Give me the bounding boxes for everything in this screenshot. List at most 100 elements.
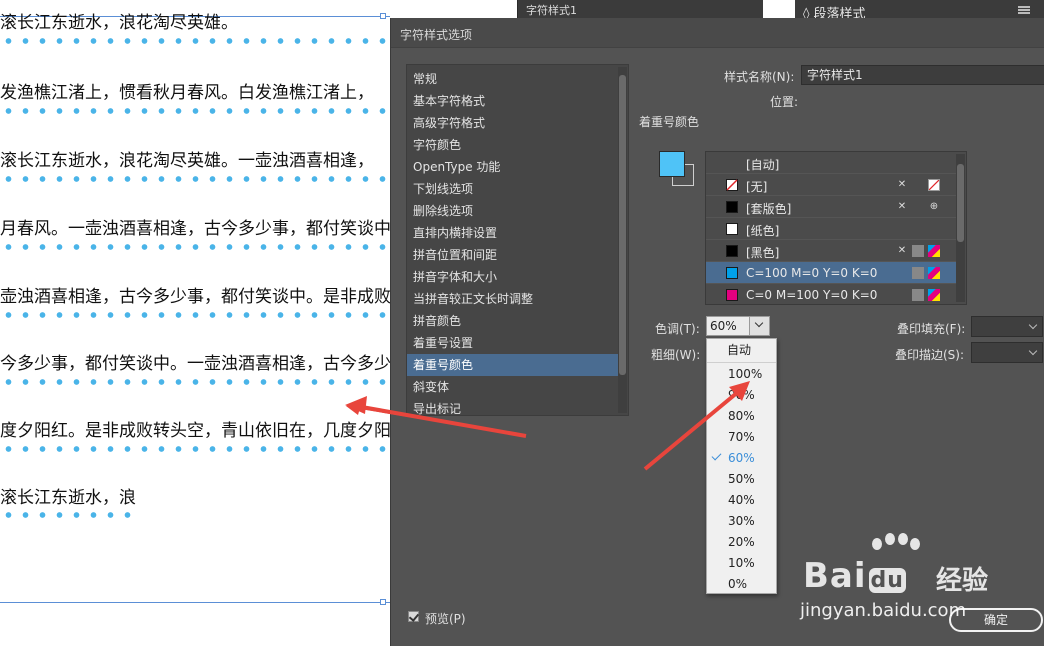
- tint-option[interactable]: 80%: [707, 406, 776, 427]
- watermark-brand: Bai du: [803, 556, 906, 596]
- none-mode-icon: [928, 179, 940, 191]
- tint-dropdown-menu[interactable]: 自动 100% 90% 80% 70% 60% 50% 40% 30% 20% …: [706, 338, 777, 594]
- category-item[interactable]: 斜变体: [407, 376, 619, 398]
- tint-option[interactable]: 70%: [707, 427, 776, 448]
- chevron-down-icon: [1028, 320, 1038, 330]
- paper-swatch-chip: [726, 223, 738, 235]
- category-item[interactable]: 导出标记: [407, 398, 619, 420]
- tint-option-label: 60%: [728, 451, 755, 465]
- text-line[interactable]: 滚长江东逝水，浪花淘尽英雄。: [0, 13, 238, 33]
- dialog-title-bar[interactable]: [391, 18, 1044, 48]
- preview-label: 预览(P): [425, 612, 466, 626]
- no-edit-icon: ✕: [897, 245, 907, 256]
- tint-option[interactable]: 90%: [707, 385, 776, 406]
- tint-option[interactable]: 0%: [707, 574, 776, 595]
- swatch-row[interactable]: [黑色] ✕: [706, 240, 956, 262]
- swatch-row[interactable]: [无] ✕: [706, 174, 956, 196]
- menu-separator: [707, 362, 776, 363]
- panel-menu-icon[interactable]: [1018, 6, 1030, 14]
- text-line[interactable]: 壶浊酒喜相逢，古今多少事，都付笑谈中。是非成败转: [0, 287, 390, 307]
- no-edit-icon: ✕: [897, 201, 907, 212]
- scrollbar-thumb[interactable]: [619, 75, 626, 375]
- emphasis-marks: [0, 445, 390, 453]
- scrollbar-thumb[interactable]: [957, 164, 964, 242]
- registration-swatch-chip: [726, 201, 738, 213]
- swatch-name: [无]: [746, 180, 768, 194]
- text-line[interactable]: 滚长江东逝水，浪花淘尽英雄。一壶浊酒喜相逢，: [0, 151, 374, 171]
- character-styles-panel-tab[interactable]: 字符样式1: [517, 0, 763, 18]
- category-scrollbar[interactable]: [618, 67, 627, 413]
- process-icon: [912, 289, 924, 301]
- text-line[interactable]: 发渔樵江渚上，惯看秋月春风。白发渔樵江渚上，: [0, 83, 374, 103]
- swatch-list[interactable]: [自动] [无] ✕ [套版色] ✕ ⊕ [纸色] [黑色] ✕ C=100 M…: [705, 151, 967, 305]
- paw-toe: [898, 533, 908, 545]
- swatch-row[interactable]: [纸色]: [706, 218, 956, 240]
- emphasis-marks: [0, 511, 136, 519]
- watermark-url: jingyan.baidu.com: [800, 600, 967, 621]
- text-line[interactable]: 度夕阳红。是非成败转头空，青山依旧在，几度夕阳: [0, 421, 390, 441]
- swatch-name: [自动]: [746, 158, 780, 172]
- section-title: 着重号颜色: [639, 115, 700, 129]
- tint-dropdown-button[interactable]: [749, 317, 769, 335]
- text-line[interactable]: 月春风。一壶浊酒喜相逢，古今多少事，都付笑谈中: [0, 219, 390, 239]
- tint-option[interactable]: 30%: [707, 511, 776, 532]
- category-item[interactable]: 拼音颜色: [407, 310, 619, 332]
- category-item[interactable]: 常规: [407, 68, 619, 90]
- tint-option[interactable]: 50%: [707, 469, 776, 490]
- swatch-scrollbar[interactable]: [956, 154, 965, 302]
- text-line[interactable]: 滚长江东逝水，浪: [0, 488, 136, 508]
- category-item[interactable]: 直排内横排设置: [407, 222, 619, 244]
- category-item[interactable]: OpenType 功能: [407, 156, 619, 178]
- tint-option[interactable]: 40%: [707, 490, 776, 511]
- document-canvas[interactable]: 滚长江东逝水，浪花淘尽英雄。 发渔樵江渚上，惯看秋月春风。白发渔樵江渚上， 滚长…: [0, 0, 390, 646]
- process-icon: [912, 245, 924, 257]
- cyan-swatch-chip: [726, 267, 738, 279]
- swatch-row[interactable]: [套版色] ✕ ⊕: [706, 196, 956, 218]
- text-line[interactable]: 今多少事，都付笑谈中。一壶浊酒喜相逢，古今多少: [0, 354, 390, 374]
- swatch-row-selected[interactable]: C=100 M=0 Y=0 K=0: [706, 262, 956, 284]
- cmyk-icon: [928, 245, 940, 257]
- checkmark-icon: [711, 450, 722, 461]
- tint-option[interactable]: 20%: [707, 532, 776, 553]
- category-item[interactable]: 高级字符格式: [407, 112, 619, 134]
- black-swatch-chip: [726, 245, 738, 257]
- overprint-fill-select[interactable]: [971, 316, 1043, 337]
- frame-handle-bottom[interactable]: [380, 599, 386, 605]
- style-name-label: 样式名称(N):: [724, 70, 795, 84]
- preview-checkbox[interactable]: [408, 611, 419, 622]
- overprint-fill-label: 叠印填充(F):: [897, 322, 966, 336]
- swatch-row[interactable]: C=0 M=100 Y=0 K=0: [706, 284, 956, 304]
- category-list[interactable]: 常规 基本字符格式 高级字符格式 字符颜色 OpenType 功能 下划线选项 …: [406, 64, 629, 416]
- category-item[interactable]: 拼音位置和间距: [407, 244, 619, 266]
- style-name-input[interactable]: 字符样式1: [801, 65, 1044, 85]
- tint-option-selected[interactable]: 60%: [707, 448, 776, 469]
- paw-toe: [872, 538, 882, 550]
- emphasis-marks: [0, 378, 390, 386]
- category-item[interactable]: 删除线选项: [407, 200, 619, 222]
- tint-option[interactable]: 自动: [707, 340, 776, 361]
- frame-handle-top[interactable]: [380, 13, 386, 19]
- overprint-stroke-select[interactable]: [971, 342, 1043, 363]
- category-item[interactable]: 基本字符格式: [407, 90, 619, 112]
- category-item[interactable]: 下划线选项: [407, 178, 619, 200]
- swatch-name: [纸色]: [746, 224, 780, 238]
- emphasis-marks: [0, 107, 390, 115]
- category-item[interactable]: 当拼音较正文长时调整: [407, 288, 619, 310]
- chevron-down-icon: [754, 318, 764, 328]
- category-item[interactable]: 字符颜色: [407, 134, 619, 156]
- no-edit-icon: ✕: [897, 179, 907, 190]
- emphasis-marks: [0, 243, 390, 251]
- registration-mode-icon: ⊕: [929, 201, 939, 212]
- category-item-selected[interactable]: 着重号颜色: [407, 354, 619, 376]
- fill-swatch-icon[interactable]: [659, 151, 685, 177]
- chevron-down-icon: [1028, 346, 1038, 356]
- swatch-name: [黑色]: [746, 246, 780, 260]
- tint-option[interactable]: 100%: [707, 364, 776, 385]
- swatch-row[interactable]: [自动]: [706, 152, 956, 174]
- cmyk-icon: [928, 289, 940, 301]
- category-item[interactable]: 着重号设置: [407, 332, 619, 354]
- tint-combobox[interactable]: 60%: [706, 316, 770, 336]
- none-swatch-icon: [726, 179, 738, 191]
- category-item[interactable]: 拼音字体和大小: [407, 266, 619, 288]
- tint-option[interactable]: 10%: [707, 553, 776, 574]
